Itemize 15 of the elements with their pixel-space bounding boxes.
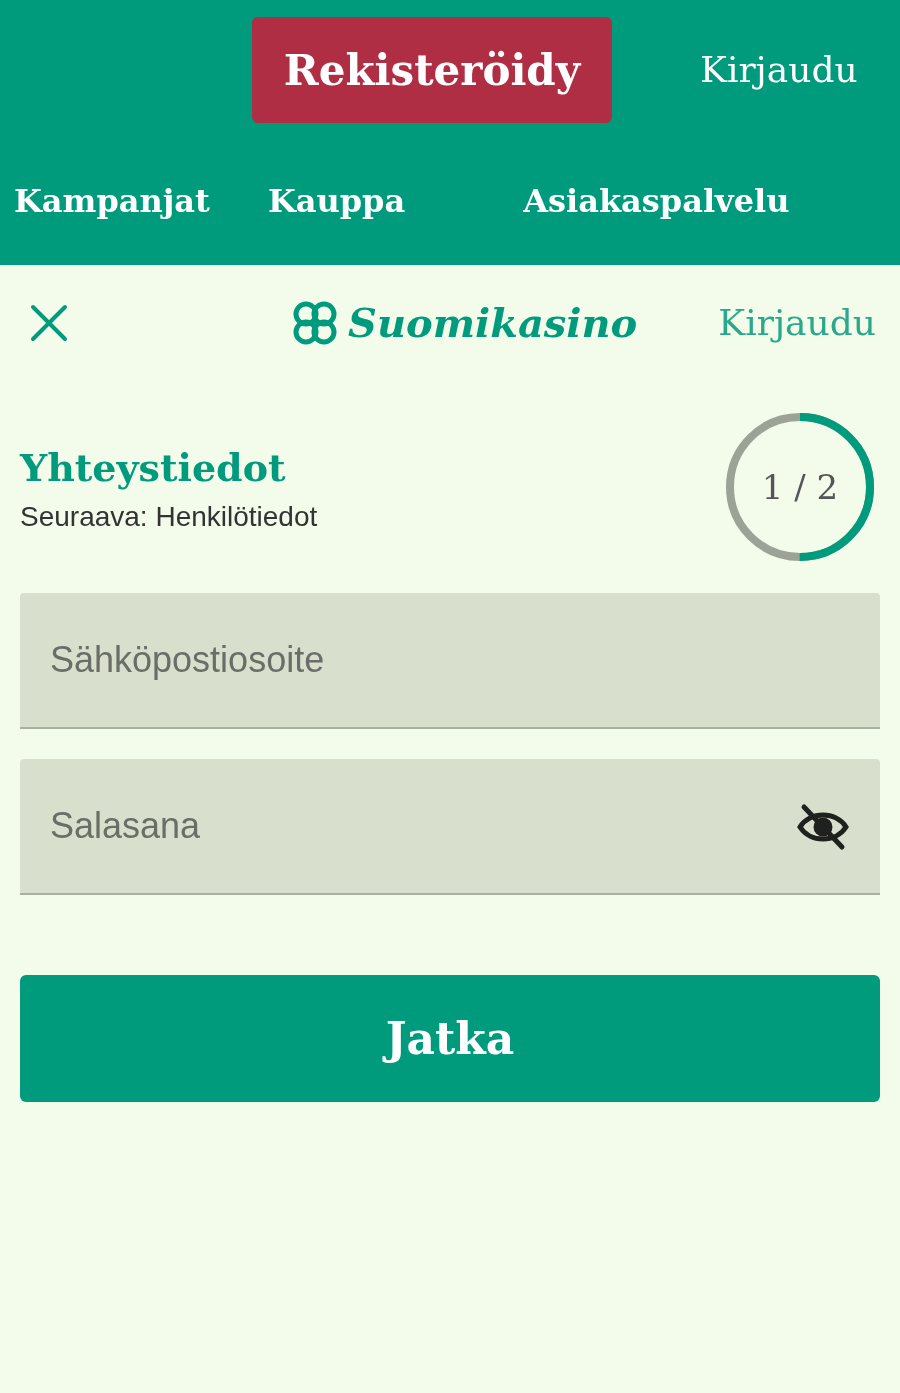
- register-button[interactable]: Rekisteröidy: [252, 17, 612, 124]
- login-link[interactable]: Kirjaudu: [718, 296, 876, 350]
- nav-link[interactable]: Kampanjat: [14, 176, 210, 225]
- next-step-text: Seuraava: Henkilötiedot: [20, 499, 318, 534]
- hide-password-icon[interactable]: [796, 803, 850, 851]
- nav-link[interactable]: Kauppa: [267, 176, 406, 225]
- nav-link[interactable]: Asiakaspalvelu: [523, 176, 790, 225]
- password-field[interactable]: Salasana: [20, 759, 880, 895]
- step-counter: 1 / 2: [760, 465, 840, 509]
- step-title: Yhteystiedot: [20, 444, 287, 492]
- continue-button[interactable]: Jatka: [20, 975, 880, 1102]
- close-icon[interactable]: [30, 304, 68, 342]
- logo-text: Suomikasino: [348, 298, 638, 348]
- login-link[interactable]: Kirjaudu: [700, 43, 858, 98]
- email-field[interactable]: Sähköpostiosoite: [20, 593, 880, 729]
